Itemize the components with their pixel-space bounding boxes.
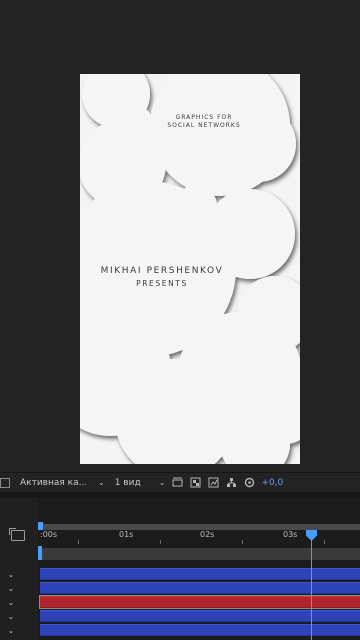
layer-bar[interactable] (40, 568, 360, 580)
layer-controls-column: ⌄ ⌄ ⌄ ⌄ ⌄ (0, 498, 38, 640)
current-time-indicator-line[interactable] (311, 536, 312, 640)
chevron-down-icon[interactable]: ⌄ (159, 473, 166, 493)
layer-expand-icon[interactable]: ⌄ (6, 626, 16, 636)
layer-bar[interactable] (40, 624, 360, 636)
layer-bar-selected[interactable] (39, 595, 360, 609)
layer-expand-icon[interactable]: ⌄ (6, 612, 16, 622)
exposure-value[interactable]: +0,0 (261, 473, 283, 493)
layer-expand-icon[interactable]: ⌄ (6, 598, 16, 608)
work-area-start-handle[interactable] (38, 522, 43, 530)
reset-exposure-icon[interactable] (243, 477, 255, 489)
in-point-marker[interactable] (38, 546, 42, 560)
layer-expand-icon[interactable]: ⌄ (6, 584, 16, 594)
composition-viewer[interactable]: GRAPHICS FOR SOCIAL NETWORKS MIKHAI PERS… (0, 0, 360, 472)
author-name: MIKHAI PERSHENKOV (100, 266, 224, 276)
presents-label: PRESENTS (136, 279, 188, 288)
tick-label: :00s (40, 530, 58, 539)
toggle-pixel-aspect-icon[interactable] (207, 477, 219, 489)
tick-label: 01s (119, 530, 134, 539)
after-effects-window: GRAPHICS FOR SOCIAL NETWORKS MIKHAI PERS… (0, 0, 360, 640)
tick-label: 03s (283, 530, 298, 539)
viewer-control-bar: Активная ка... ⌄ 1 вид ⌄ +0,0 (0, 472, 360, 492)
view-layout-select[interactable]: 1 вид (115, 473, 145, 493)
tick-label: 02s (200, 530, 215, 539)
composition-flowchart-icon[interactable] (9, 528, 25, 541)
active-camera-select[interactable]: Активная ка... (20, 473, 86, 493)
title-line-graphics: GRAPHICS FOR (175, 114, 233, 121)
layer-expand-icon[interactable]: ⌄ (6, 570, 16, 580)
tick-mark (324, 540, 325, 544)
tick-mark (242, 540, 243, 544)
transparency-grid-icon[interactable] (189, 477, 201, 489)
snapshot-icon[interactable] (0, 473, 14, 493)
timeline-panel: ⌄ ⌄ ⌄ ⌄ ⌄ :00s 01s 02s 03s (0, 492, 360, 640)
title-line-social: SOCIAL NETWORKS (167, 122, 241, 129)
layer-bar[interactable] (40, 582, 360, 594)
composition-frame[interactable]: GRAPHICS FOR SOCIAL NETWORKS MIKHAI PERS… (80, 74, 300, 464)
layer-bar[interactable] (40, 610, 360, 622)
region-of-interest-icon[interactable] (171, 477, 183, 489)
tick-mark (78, 540, 79, 544)
flowchart-icon[interactable] (225, 477, 237, 489)
chevron-down-icon[interactable]: ⌄ (98, 473, 105, 493)
tick-mark (160, 540, 161, 544)
